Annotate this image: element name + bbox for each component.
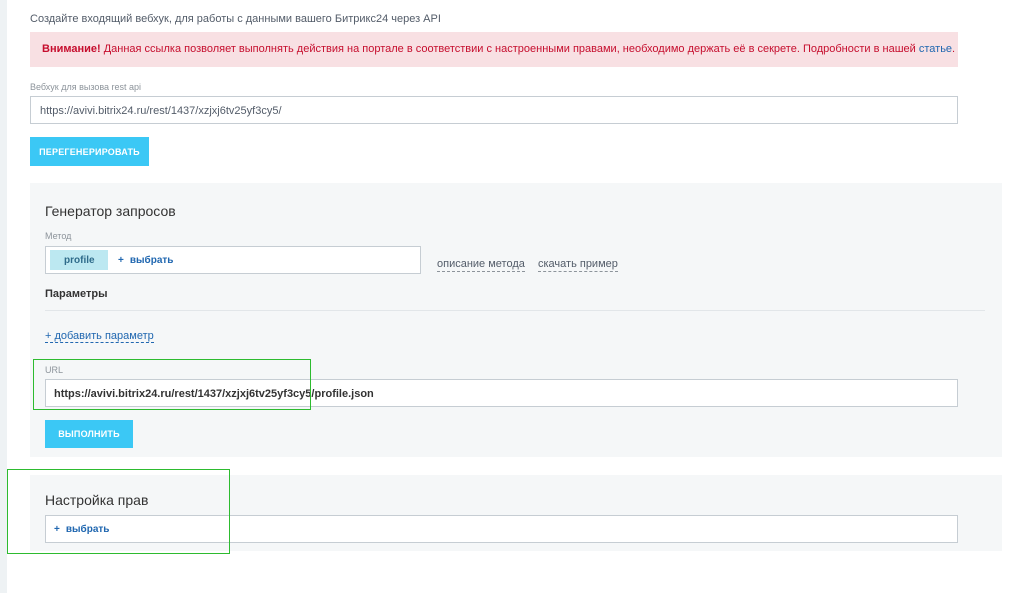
warning-bold: Внимание! (42, 43, 101, 55)
plus-icon: + (45, 330, 52, 342)
url-highlight-box (33, 359, 311, 410)
download-example-link[interactable]: скачать пример (538, 258, 618, 272)
add-parameter-link[interactable]: + добавить параметр (45, 330, 154, 343)
intro-text: Создайте входящий вебхук, для работы с д… (30, 13, 441, 25)
warning-end: . (952, 43, 956, 55)
params-label: Параметры (45, 288, 108, 300)
warning-alert: Внимание! Данная ссылка позволяет выполн… (30, 32, 958, 67)
regenerate-button[interactable]: ПЕРЕГЕНЕРИРОВАТЬ (30, 137, 149, 166)
method-tag-profile[interactable]: profile (50, 250, 108, 270)
warning-article-link[interactable]: статье (919, 43, 952, 55)
method-select-label: выбрать (129, 255, 174, 266)
webhook-url-value: https://avivi.bitrix24.ru/rest/1437/xzjx… (40, 105, 282, 117)
generator-title: Генератор запросов (45, 203, 176, 219)
method-description-link[interactable]: описание метода (437, 258, 525, 272)
left-sidebar-strip (0, 0, 7, 593)
add-parameter-label: добавить параметр (54, 330, 154, 342)
rights-highlight-box (7, 469, 230, 554)
method-label: Метод (45, 231, 72, 241)
execute-button[interactable]: ВЫПОЛНИТЬ (45, 420, 133, 448)
webhook-url-field[interactable]: https://avivi.bitrix24.ru/rest/1437/xzjx… (30, 96, 958, 124)
warning-text: Данная ссылка позволяет выполнять действ… (100, 43, 919, 55)
params-divider (45, 310, 985, 311)
method-select-link[interactable]: + выбрать (118, 255, 173, 266)
plus-icon: + (118, 255, 124, 266)
request-generator-panel (30, 183, 1002, 457)
webhook-label: Вебхук для вызова rest api (30, 82, 142, 92)
